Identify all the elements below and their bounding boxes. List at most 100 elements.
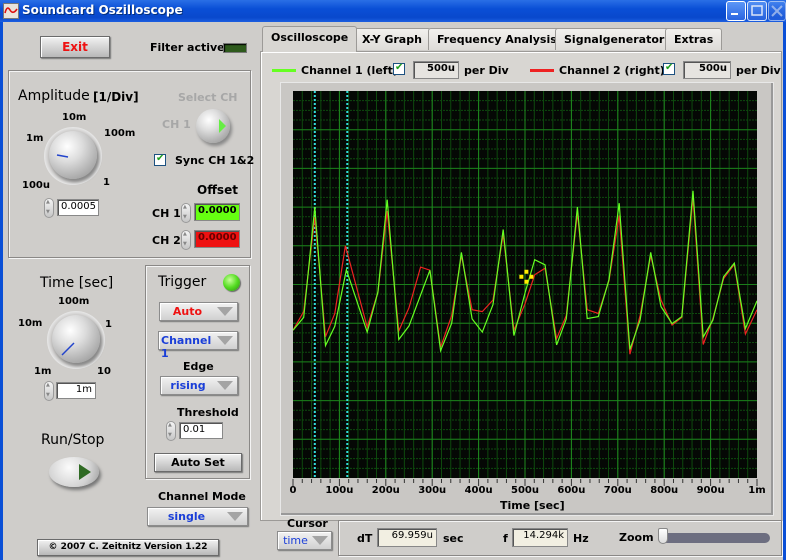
cursor-marker-dot xyxy=(524,279,529,284)
threshold-spinner[interactable] xyxy=(166,421,176,441)
offset-ch1-label: CH 1 xyxy=(152,207,181,220)
x-tick-label: 200u xyxy=(371,485,400,496)
channel-mode-value: single xyxy=(167,510,206,523)
select-ch-label: Select CH xyxy=(178,91,238,104)
cursor-mode-value: time xyxy=(283,534,308,547)
dt-unit: sec xyxy=(443,532,464,545)
time-value-input[interactable]: 1m xyxy=(56,382,96,399)
window-title: Soundcard Oszilloscope xyxy=(22,3,183,17)
amplitude-scale-100m: 100m xyxy=(104,128,136,139)
x-tick-label: 700u xyxy=(603,485,632,496)
time-spinner[interactable] xyxy=(44,381,54,401)
channel1-scale-input[interactable]: 500u xyxy=(413,61,459,79)
app-icon xyxy=(3,3,19,19)
run-stop-button[interactable] xyxy=(49,457,99,487)
dt-value: 69.959u xyxy=(377,528,437,547)
offset-ch1-spinner[interactable] xyxy=(181,203,191,223)
maximize-button[interactable] xyxy=(747,1,767,21)
x-axis-title: Time [sec] xyxy=(500,499,565,512)
x-tick-label: 300u xyxy=(418,485,447,496)
x-tick-label: 600u xyxy=(557,485,586,496)
amplitude-scale-10m: 10m xyxy=(62,112,87,123)
trigger-source-value: Channel 1 xyxy=(161,334,212,360)
channel1-checkbox[interactable] xyxy=(393,62,405,75)
cursor-marker-dot xyxy=(519,274,524,279)
zoom-slider-thumb[interactable] xyxy=(658,528,668,544)
exit-button[interactable]: Exit xyxy=(40,36,110,58)
amplitude-unit: [1/Div] xyxy=(93,90,139,104)
copyright-label: © 2007 C. Zeitnitz Version 1.22 xyxy=(37,539,219,556)
minimize-button[interactable] xyxy=(726,1,746,21)
time-scale-1m: 1m xyxy=(34,366,52,377)
chevron-down-icon xyxy=(217,307,233,316)
x-tick-label: 400u xyxy=(464,485,493,496)
trigger-source-dropdown[interactable]: Channel 1 xyxy=(158,331,238,360)
cursor-marker-dot xyxy=(524,269,529,274)
time-knob[interactable] xyxy=(52,315,100,363)
channel2-scale-input[interactable]: 500u xyxy=(683,61,731,79)
cursor-mode-dropdown[interactable]: time xyxy=(277,531,332,550)
trigger-edge-dropdown[interactable]: rising xyxy=(160,376,238,395)
edge-label: Edge xyxy=(183,360,214,373)
tab-oscilloscope[interactable]: Oscilloscope xyxy=(262,26,358,52)
channel2-legend-line xyxy=(530,69,554,72)
run-stop-label: Run/Stop xyxy=(41,432,105,448)
channel1-unit: per Div xyxy=(464,64,509,77)
zoom-slider-track[interactable] xyxy=(658,533,770,543)
tab-xy-graph[interactable]: X-Y Graph xyxy=(353,28,431,50)
channel2-label: Channel 2 (right) xyxy=(559,64,665,77)
amplitude-scale-100u: 100u xyxy=(22,180,50,191)
channel2-unit: per Div xyxy=(736,64,781,77)
offset-ch2-label: CH 2 xyxy=(152,234,181,247)
x-tick-label: 900u xyxy=(696,485,725,496)
f-value: 14.294k xyxy=(512,528,568,547)
x-tick-label: 500u xyxy=(511,485,539,496)
cursor-marker-dot xyxy=(529,274,534,279)
chevron-down-icon xyxy=(227,512,243,521)
chevron-down-icon xyxy=(217,381,233,390)
chevron-down-icon xyxy=(217,336,233,345)
threshold-input[interactable]: 0.01 xyxy=(179,422,223,439)
offset-ch2-input[interactable]: 0.0000 xyxy=(194,230,240,248)
amplitude-scale-1: 1 xyxy=(103,177,110,188)
f-label: f xyxy=(503,532,508,545)
amplitude-title: Amplitude xyxy=(18,88,90,104)
tab-frequency-analysis[interactable]: Frequency Analysis xyxy=(428,28,566,50)
trigger-led xyxy=(223,274,240,291)
offset-ch2-spinner[interactable] xyxy=(181,230,191,250)
channel2-checkbox[interactable] xyxy=(663,62,675,75)
x-tick-label: 1m xyxy=(748,485,766,496)
chevron-down-icon xyxy=(312,536,328,545)
select-ch-channel-label: CH 1 xyxy=(162,118,191,131)
zoom-label: Zoom xyxy=(619,531,654,544)
sync-checkbox[interactable] xyxy=(154,153,166,166)
time-scale-100m: 100m xyxy=(58,296,90,307)
dt-label: dT xyxy=(357,532,373,545)
tab-signalgenerator[interactable]: Signalgenerator xyxy=(555,28,674,50)
time-title: Time [sec] xyxy=(40,275,114,291)
f-unit: Hz xyxy=(573,532,589,545)
filter-active-label: Filter active xyxy=(150,41,225,54)
oscilloscope-plot[interactable] xyxy=(293,91,757,478)
offset-ch1-input[interactable]: 0.0000 xyxy=(194,203,240,221)
amplitude-knob[interactable] xyxy=(49,131,97,179)
close-button[interactable] xyxy=(768,1,786,21)
x-axis-labels: 0 100u 200u 300u 400u 500u 600u 700u 800u 900u 1m xyxy=(0,485,786,499)
amplitude-spinner[interactable] xyxy=(44,198,54,218)
select-ch-knob[interactable] xyxy=(196,109,230,143)
filter-led xyxy=(223,43,247,53)
tab-extras[interactable]: Extras xyxy=(665,28,723,50)
trigger-mode-dropdown[interactable]: Auto xyxy=(159,302,238,321)
title-bar: Soundcard Oszilloscope xyxy=(0,0,786,22)
channel-mode-dropdown[interactable]: single xyxy=(147,507,248,526)
trigger-title: Trigger xyxy=(158,274,207,290)
amplitude-value-input[interactable]: 0.0005 xyxy=(57,199,99,216)
sync-label: Sync CH 1&2 xyxy=(175,154,255,167)
auto-set-button[interactable]: Auto Set xyxy=(154,453,242,472)
trigger-edge-value: rising xyxy=(170,379,206,392)
offset-title: Offset xyxy=(197,183,238,197)
trigger-mode-value: Auto xyxy=(172,305,203,318)
cursor-label: Cursor xyxy=(287,517,328,530)
amplitude-scale-1m: 1m xyxy=(26,133,44,144)
x-tick-label: 800u xyxy=(650,485,679,496)
